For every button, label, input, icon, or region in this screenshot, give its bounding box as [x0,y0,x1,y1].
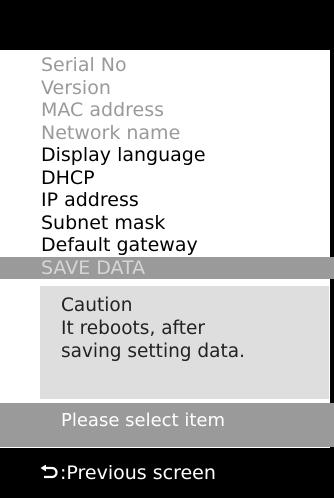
previous-screen-button[interactable]: :Previous screen [0,448,334,498]
menu-item-save-data[interactable]: SAVE DATA [0,256,334,279]
caution-title: Caution [61,295,133,316]
menu-item-display-language[interactable]: Display language [0,144,334,167]
menu-item-ip-address[interactable]: IP address [0,189,334,212]
settings-menu: Serial No Version MAC address Network na… [0,54,334,279]
device-screen: Serial No Version MAC address Network na… [0,0,334,498]
menu-item-serial-no: Serial No [41,54,127,76]
status-message: Please select item [0,403,334,447]
caution-box: Caution It reboots, after saving setting… [40,286,329,399]
return-arrow-icon [40,465,58,481]
caution-line-2: saving setting data. [61,341,245,362]
menu-item-subnet-mask[interactable]: Subnet mask [0,212,334,235]
caution-line-1: It reboots, after [61,318,205,339]
menu-item-version: Version [41,76,111,99]
previous-screen-label: :Previous screen [60,462,216,484]
menu-item-dhcp[interactable]: DHCP [0,167,334,190]
menu-item-network-name: Network name [41,121,181,144]
menu-item-mac-address: MAC address [41,99,165,121]
top-bar [0,0,334,50]
menu-item-default-gateway[interactable]: Default gateway [0,234,334,257]
